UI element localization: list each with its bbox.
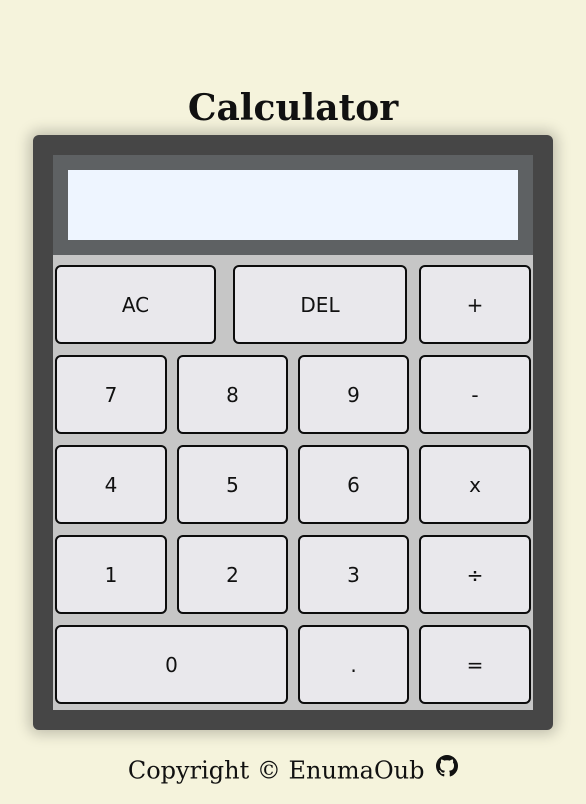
equals-button[interactable]: = <box>419 625 531 704</box>
digit-8-button[interactable]: 8 <box>177 355 288 434</box>
all-clear-button[interactable]: AC <box>55 265 216 344</box>
minus-button[interactable]: - <box>419 355 531 434</box>
digit-7-button[interactable]: 7 <box>55 355 167 434</box>
digit-0-button[interactable]: 0 <box>55 625 288 704</box>
github-icon[interactable] <box>436 752 459 786</box>
calculator-display <box>68 170 518 240</box>
digit-6-button[interactable]: 6 <box>298 445 409 524</box>
author-link[interactable]: EnumaOub <box>288 757 424 785</box>
decimal-button[interactable]: . <box>298 625 409 704</box>
calculator: AC DEL + 7 8 9 - 4 5 6 x 1 2 3 ÷ 0 . = <box>33 135 553 730</box>
keypad: AC DEL + 7 8 9 - 4 5 6 x 1 2 3 ÷ 0 . = <box>53 255 533 710</box>
display-frame <box>53 155 533 255</box>
multiply-button[interactable]: x <box>419 445 531 524</box>
digit-4-button[interactable]: 4 <box>55 445 167 524</box>
divide-button[interactable]: ÷ <box>419 535 531 614</box>
digit-2-button[interactable]: 2 <box>177 535 288 614</box>
digit-1-button[interactable]: 1 <box>55 535 167 614</box>
digit-3-button[interactable]: 3 <box>298 535 409 614</box>
digit-9-button[interactable]: 9 <box>298 355 409 434</box>
footer: Copyright © EnumaOub <box>0 752 586 788</box>
digit-5-button[interactable]: 5 <box>177 445 288 524</box>
page-title: Calculator <box>187 87 399 129</box>
copyright-text: Copyright © <box>127 756 281 785</box>
delete-button[interactable]: DEL <box>233 265 407 344</box>
plus-button[interactable]: + <box>419 265 531 344</box>
